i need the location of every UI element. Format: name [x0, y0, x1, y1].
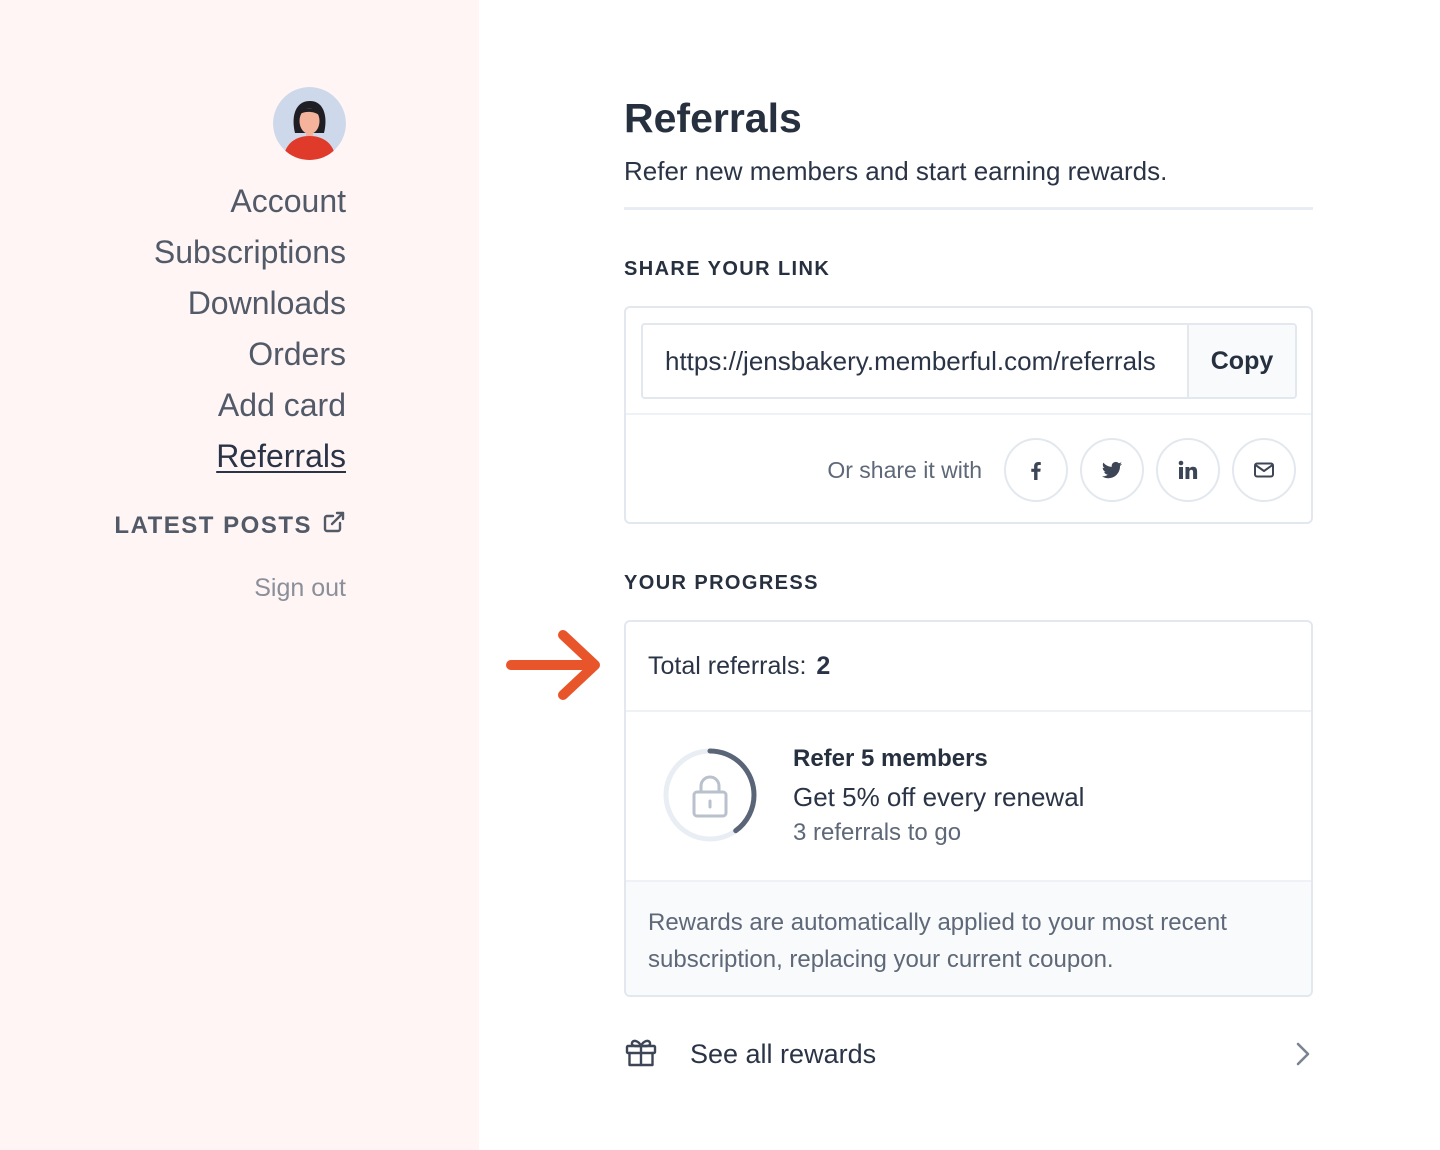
rewards-note: Rewards are automatically applied to you… [626, 880, 1311, 995]
nav-item-referrals[interactable]: Referrals [154, 431, 346, 482]
facebook-share-button[interactable] [1004, 438, 1068, 502]
linkedin-icon [1178, 460, 1198, 479]
page-subtitle: Refer new members and start earning rewa… [624, 156, 1168, 186]
copy-button[interactable]: Copy [1187, 325, 1295, 397]
sidebar: Account Subscriptions Downloads Orders A… [0, 0, 479, 1150]
facebook-icon [1031, 462, 1041, 480]
reward-title: Refer 5 members [793, 745, 988, 772]
total-referrals-label: Total referrals: [648, 652, 807, 680]
see-all-rewards-link[interactable]: See all rewards [624, 1032, 1313, 1076]
latest-posts-label: LATEST POSTS [114, 511, 312, 539]
nav-item-downloads[interactable]: Downloads [154, 278, 346, 329]
gift-icon [624, 1035, 658, 1074]
progress-divider [626, 710, 1311, 712]
share-link-card: https://jensbakery.memberful.com/referra… [624, 306, 1313, 524]
nav-item-orders[interactable]: Orders [154, 329, 346, 380]
external-link-icon [322, 510, 346, 541]
account-nav: Account Subscriptions Downloads Orders A… [154, 176, 346, 482]
reward-remaining: 3 referrals to go [793, 819, 962, 846]
nav-item-account[interactable]: Account [154, 176, 346, 227]
progress-section-label: YOUR PROGRESS [624, 572, 819, 594]
reward-description: Get 5% off every renewal [793, 782, 1085, 812]
chevron-right-icon [1295, 1041, 1311, 1072]
total-referrals-value: 2 [816, 652, 831, 680]
nav-item-subscriptions[interactable]: Subscriptions [154, 227, 346, 278]
share-options: Or share it with [827, 438, 1296, 502]
share-divider [626, 413, 1311, 415]
note-divider [626, 880, 1311, 882]
email-icon [1254, 462, 1274, 478]
reward-progress-ring [661, 746, 759, 849]
latest-posts-link[interactable]: LATEST POSTS [114, 510, 346, 541]
linkedin-share-button[interactable] [1156, 438, 1220, 502]
see-all-rewards-label: See all rewards [690, 1038, 877, 1069]
share-section-label: SHARE YOUR LINK [624, 258, 831, 280]
referral-link-input[interactable]: https://jensbakery.memberful.com/referra… [643, 325, 1187, 397]
nav-item-add-card[interactable]: Add card [154, 380, 346, 431]
lock-icon [692, 775, 728, 818]
rewards-note-text: Rewards are automatically applied to you… [648, 909, 1227, 973]
page-title: Referrals [624, 95, 802, 141]
header-divider [624, 207, 1313, 210]
arrow-right-icon [505, 628, 605, 707]
email-share-button[interactable] [1232, 438, 1296, 502]
share-text: Or share it with [827, 456, 982, 483]
progress-card: Total referrals: 2 Refer 5 members Get 5%… [624, 620, 1313, 997]
referral-link-field: https://jensbakery.memberful.com/referra… [641, 323, 1297, 399]
total-referrals: Total referrals: 2 [648, 652, 830, 681]
twitter-share-button[interactable] [1080, 438, 1144, 502]
sign-out-link[interactable]: Sign out [254, 574, 346, 603]
user-avatar[interactable] [273, 87, 346, 160]
twitter-icon [1102, 461, 1122, 479]
